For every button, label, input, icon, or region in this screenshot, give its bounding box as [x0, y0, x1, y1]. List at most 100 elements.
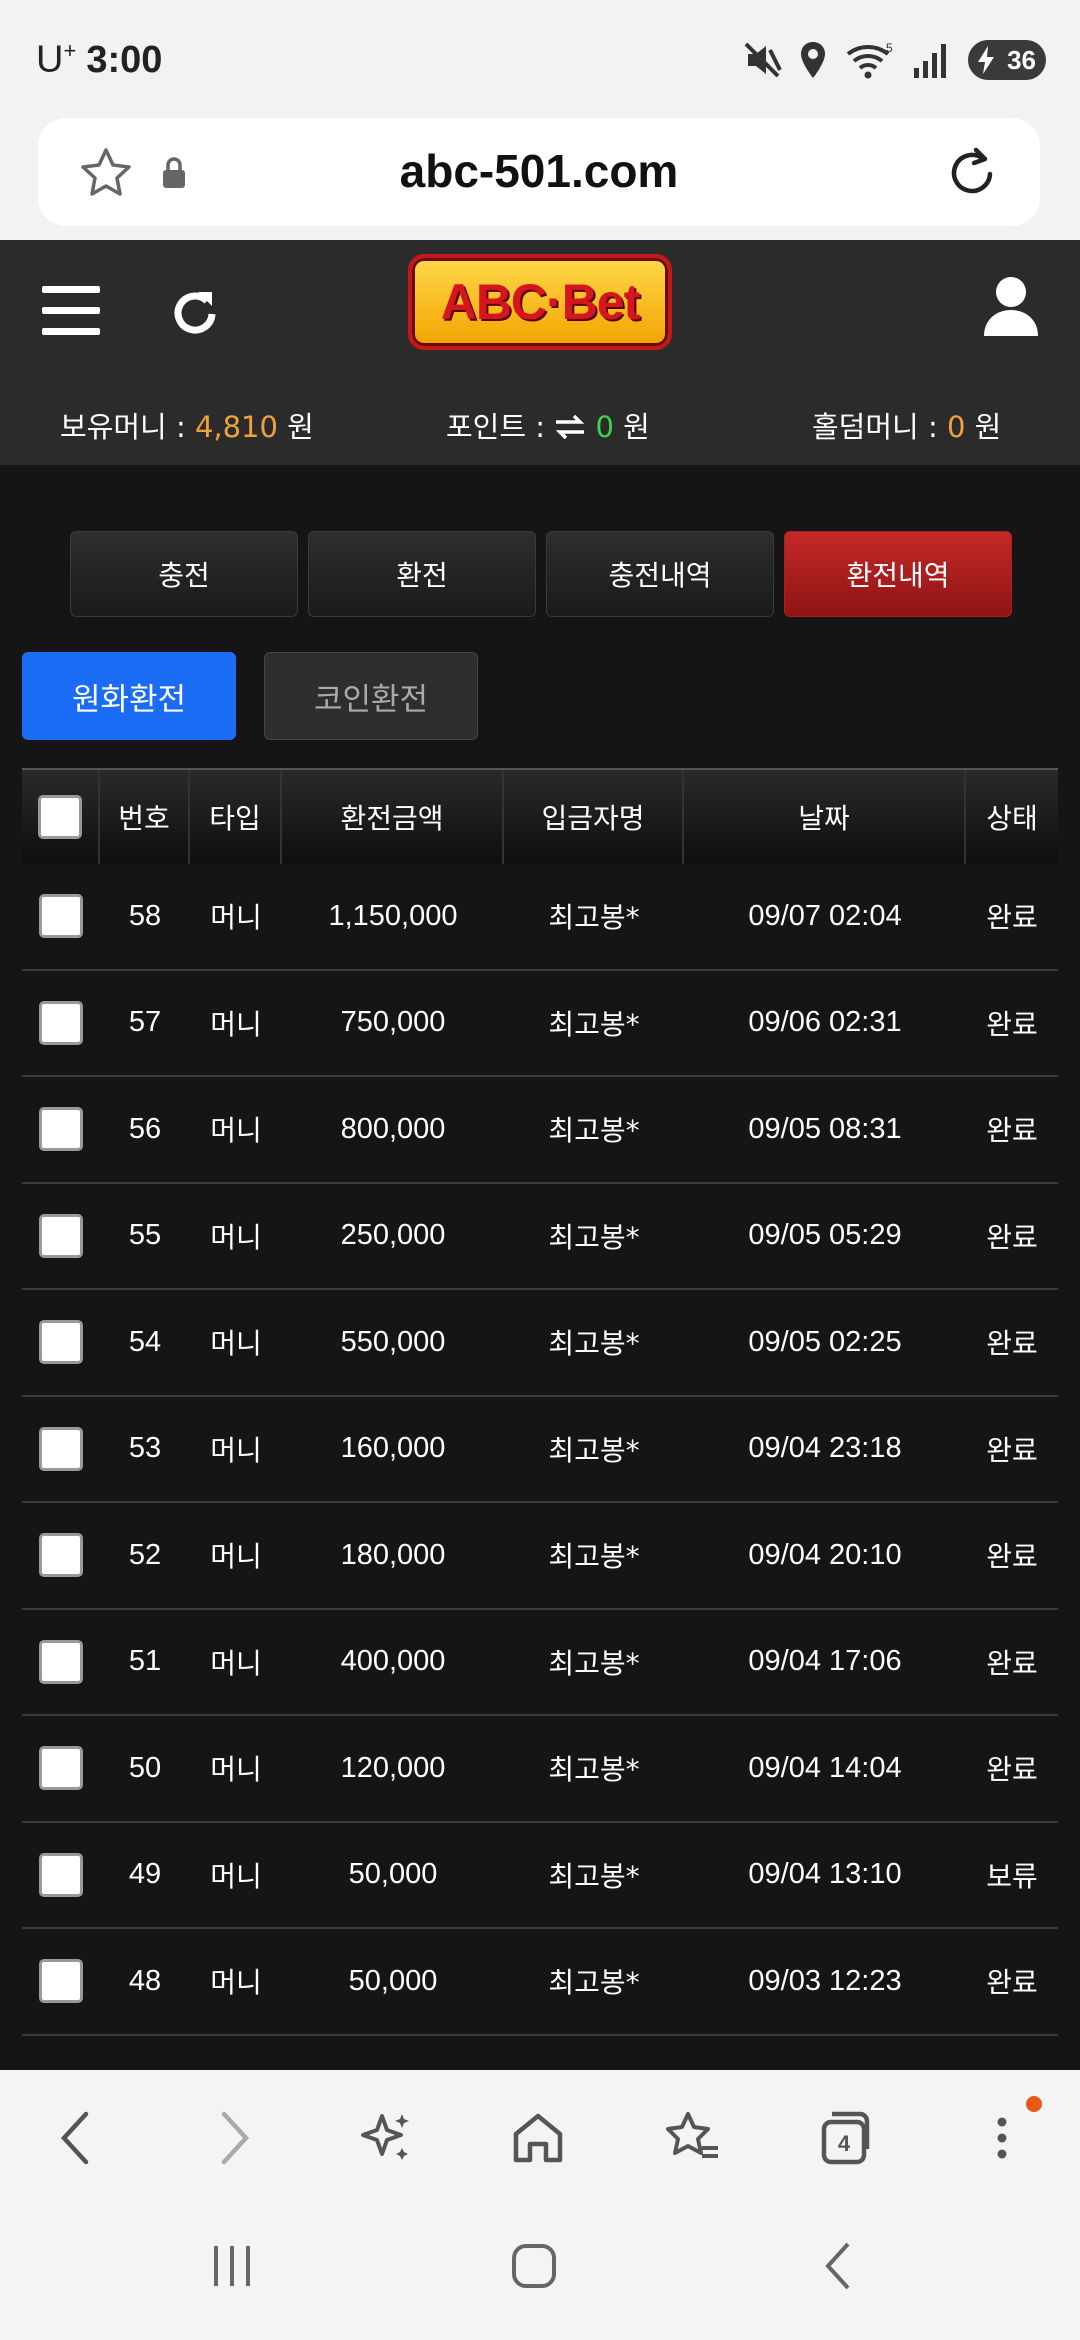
cell-status: 완료 — [986, 1540, 1038, 1574]
header-status: 상태 — [986, 802, 1038, 835]
system-back-icon[interactable] — [818, 2240, 858, 2292]
more-menu-icon[interactable] — [994, 2108, 1010, 2168]
recent-apps-icon[interactable] — [208, 2240, 256, 2292]
row-checkbox[interactable] — [39, 1320, 83, 1365]
clock: 3:00 — [86, 38, 163, 81]
refresh-icon[interactable] — [168, 284, 224, 340]
system-nav-bar — [0, 2210, 1080, 2340]
row-checkbox[interactable] — [39, 1959, 83, 2004]
select-all-cell — [22, 770, 100, 864]
row-checkbox[interactable] — [39, 1852, 83, 1897]
select-all-checkbox[interactable] — [38, 795, 82, 839]
subtab-krw-withdraw[interactable]: 원화환전 — [22, 652, 236, 740]
tab-withdraw-history[interactable]: 환전내역 — [784, 531, 1012, 617]
row-checkbox[interactable] — [39, 1639, 83, 1684]
cell-amount: 250,000 — [340, 1219, 446, 1252]
cell-status: 완료 — [986, 1327, 1038, 1361]
points-label: 포인트 : — [446, 410, 555, 444]
header-depositor: 입금자명 — [504, 770, 684, 864]
row-checkbox-cell — [22, 1503, 100, 1608]
cell-number: 58 — [128, 899, 162, 932]
points-value: 0 — [595, 410, 614, 444]
svg-text:5: 5 — [886, 41, 893, 55]
row-checkbox[interactable] — [39, 1000, 83, 1045]
row-checkbox[interactable] — [39, 1107, 83, 1152]
header-type: 타입 — [190, 770, 282, 864]
back-icon[interactable] — [56, 2108, 96, 2168]
forward-icon[interactable] — [214, 2108, 254, 2168]
cell-number: 54 — [128, 1325, 162, 1358]
table-row[interactable]: 54 머니 550,000 최고봉* 09/05 02:25 완료 — [22, 1290, 1058, 1397]
user-icon[interactable] — [982, 274, 1040, 338]
header-date: 날짜 — [684, 770, 966, 864]
cell-date: 09/06 02:31 — [748, 1006, 902, 1039]
url-text[interactable]: abc-501.com — [38, 144, 1040, 198]
row-checkbox[interactable] — [39, 894, 83, 939]
cell-depositor: 최고봉* — [548, 1646, 640, 1680]
points-unit: 원 — [613, 410, 650, 444]
cell-status: 보류 — [986, 1859, 1038, 1893]
row-checkbox-cell — [22, 971, 100, 1076]
cell-depositor: 최고봉* — [548, 1966, 640, 2000]
table-row[interactable]: 49 머니 50,000 최고봉* 09/04 13:10 보류 — [22, 1823, 1058, 1929]
cell-number: 48 — [128, 1964, 162, 1997]
battery-level: 36 — [1007, 44, 1036, 75]
reload-icon[interactable] — [946, 144, 1000, 200]
cell-depositor: 최고봉* — [548, 1433, 640, 1467]
table-header: 번호 타입 환전금액 입금자명 날짜 상태 — [22, 768, 1058, 864]
table-row[interactable]: 53 머니 160,000 최고봉* 09/04 23:18 완료 — [22, 1397, 1058, 1503]
home-icon[interactable] — [510, 2108, 566, 2168]
row-checkbox-cell — [22, 1184, 100, 1289]
header-number: 번호 — [100, 770, 190, 864]
row-checkbox-cell — [22, 1610, 100, 1715]
cell-status: 완료 — [986, 1114, 1038, 1148]
cell-depositor: 최고봉* — [548, 1220, 640, 1254]
table-row[interactable]: 55 머니 250,000 최고봉* 09/05 05:29 완료 — [22, 1184, 1058, 1290]
cell-type: 머니 — [210, 1114, 262, 1148]
table-row[interactable]: 50 머니 120,000 최고봉* 09/04 14:04 완료 — [22, 1716, 1058, 1823]
tab-deposit-history[interactable]: 충전내역 — [546, 531, 774, 617]
table-row[interactable]: 56 머니 800,000 최고봉* 09/05 08:31 완료 — [22, 1077, 1058, 1184]
cell-depositor: 최고봉* — [548, 901, 640, 935]
tab-count: 4 — [838, 2131, 851, 2156]
table-row[interactable]: 57 머니 750,000 최고봉* 09/06 02:31 완료 — [22, 971, 1058, 1077]
home-button-icon[interactable] — [510, 2240, 558, 2292]
row-checkbox-cell — [22, 1716, 100, 1821]
holdem-money: 홀덤머니 : 0 원 — [812, 404, 1001, 446]
table-row[interactable]: 58 머니 1,150,000 최고봉* 09/07 02:04 완료 — [22, 864, 1058, 971]
ai-sparkle-icon[interactable] — [358, 2108, 414, 2168]
row-checkbox-cell — [22, 1823, 100, 1928]
row-checkbox[interactable] — [39, 1746, 83, 1791]
row-checkbox[interactable] — [39, 1533, 83, 1578]
address-bar[interactable]: abc-501.com — [38, 118, 1040, 226]
table-row[interactable]: 52 머니 180,000 최고봉* 09/04 20:10 완료 — [22, 1503, 1058, 1610]
row-checkbox[interactable] — [39, 1213, 83, 1258]
tabs-icon[interactable]: 4 — [818, 2108, 874, 2168]
site-logo[interactable]: ABC·Bet — [408, 254, 672, 350]
cell-number: 55 — [128, 1219, 162, 1252]
holdem-money-unit: 원 — [965, 410, 1002, 444]
tab-deposit[interactable]: 충전 — [70, 531, 298, 617]
notification-dot — [1026, 2096, 1042, 2112]
tab-withdraw[interactable]: 환전 — [308, 531, 536, 617]
cell-depositor: 최고봉* — [548, 1859, 640, 1893]
subtab-coin-withdraw[interactable]: 코인환전 — [264, 652, 478, 740]
table-row[interactable]: 48 머니 50,000 최고봉* 09/03 12:23 완료 — [22, 1929, 1058, 2036]
held-money-value: 4,810 — [194, 410, 278, 444]
table-row[interactable]: 51 머니 400,000 최고봉* 09/04 17:06 완료 — [22, 1610, 1058, 1716]
cell-status: 완료 — [986, 1220, 1038, 1254]
cell-amount: 50,000 — [348, 1858, 438, 1891]
cell-type: 머니 — [210, 1220, 262, 1254]
cell-number: 57 — [128, 1006, 162, 1039]
cell-type: 머니 — [210, 1433, 262, 1467]
exchange-arrows-icon[interactable] — [554, 414, 586, 440]
browser-toolbar: 4 — [0, 2070, 1080, 2210]
cell-type: 머니 — [210, 1859, 262, 1893]
cell-date: 09/04 23:18 — [748, 1432, 902, 1465]
bookmarks-icon[interactable] — [662, 2108, 722, 2168]
row-checkbox[interactable] — [39, 1426, 83, 1471]
cell-number: 49 — [128, 1858, 162, 1891]
cell-date: 09/07 02:04 — [748, 899, 902, 932]
cell-number: 52 — [128, 1538, 162, 1571]
menu-icon[interactable] — [42, 286, 100, 336]
